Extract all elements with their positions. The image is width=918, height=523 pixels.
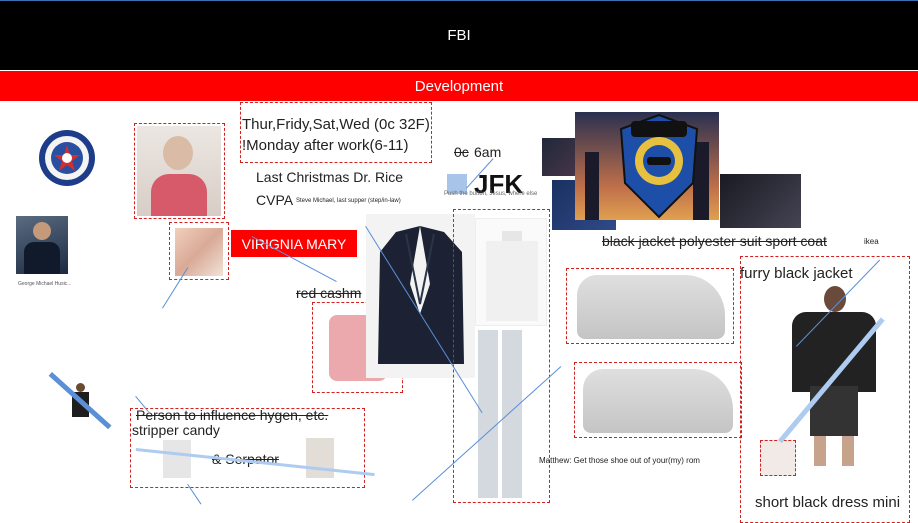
person-influence-text: Person to influence hygen, etc.	[136, 407, 329, 423]
ikea-text: ikea	[864, 237, 879, 246]
time-text: 6am	[474, 144, 502, 160]
black-jacket-text: black jacket polyester suit sport coat	[602, 233, 827, 249]
schedule-monday-text: !Monday after work(6-11)	[242, 137, 409, 154]
time-strike-text: 0c	[454, 144, 469, 160]
serpator-thumbnail	[306, 438, 334, 478]
candy-thumbnail	[163, 440, 191, 478]
disco-police-badge-icon	[617, 113, 701, 219]
page-title: FBI	[447, 27, 471, 44]
schedule-days-text: Thur,Fridy,Sat,Wed (0c 32F)	[242, 116, 430, 133]
top-title-bar: FBI	[0, 0, 918, 70]
shoe-photo-frame-bottom	[574, 362, 742, 438]
shoe-thumbnail	[760, 440, 796, 476]
photo-caption: George Michael Husic...	[18, 281, 72, 287]
woman-photo-frame	[134, 123, 225, 219]
crowd-photo-frame	[169, 222, 229, 280]
jfk-small-text: Push the button, Jesus, where else	[444, 191, 538, 197]
grey-pants-photo	[474, 330, 526, 498]
virginia-label: VIRIGNIA MARY	[231, 230, 357, 257]
cvpa-text: CVPA	[256, 192, 294, 208]
matthew-note-text: Matthew: Get those shoe out of your(my) …	[539, 456, 700, 465]
cia-seal-icon	[38, 129, 96, 187]
white-shirt-photo	[475, 218, 547, 326]
dancers-photo	[720, 174, 801, 228]
section-title: Development	[414, 77, 504, 95]
musician-photo	[16, 216, 68, 274]
stripper-text: stripper candy	[132, 422, 220, 438]
short-dress-text: short black dress mini	[755, 494, 901, 511]
cvpa-small-text: Steve Michael, last supper (step/in-law)	[296, 198, 401, 204]
strike-line	[48, 372, 112, 430]
section-banner: Development	[0, 71, 918, 101]
shoe-photo-frame-top	[566, 268, 734, 344]
red-cashmere-text: red cashm	[296, 285, 362, 301]
christmas-text: Last Christmas Dr. Rice	[256, 169, 404, 185]
furry-jacket-text: furry black jacket	[740, 265, 853, 282]
